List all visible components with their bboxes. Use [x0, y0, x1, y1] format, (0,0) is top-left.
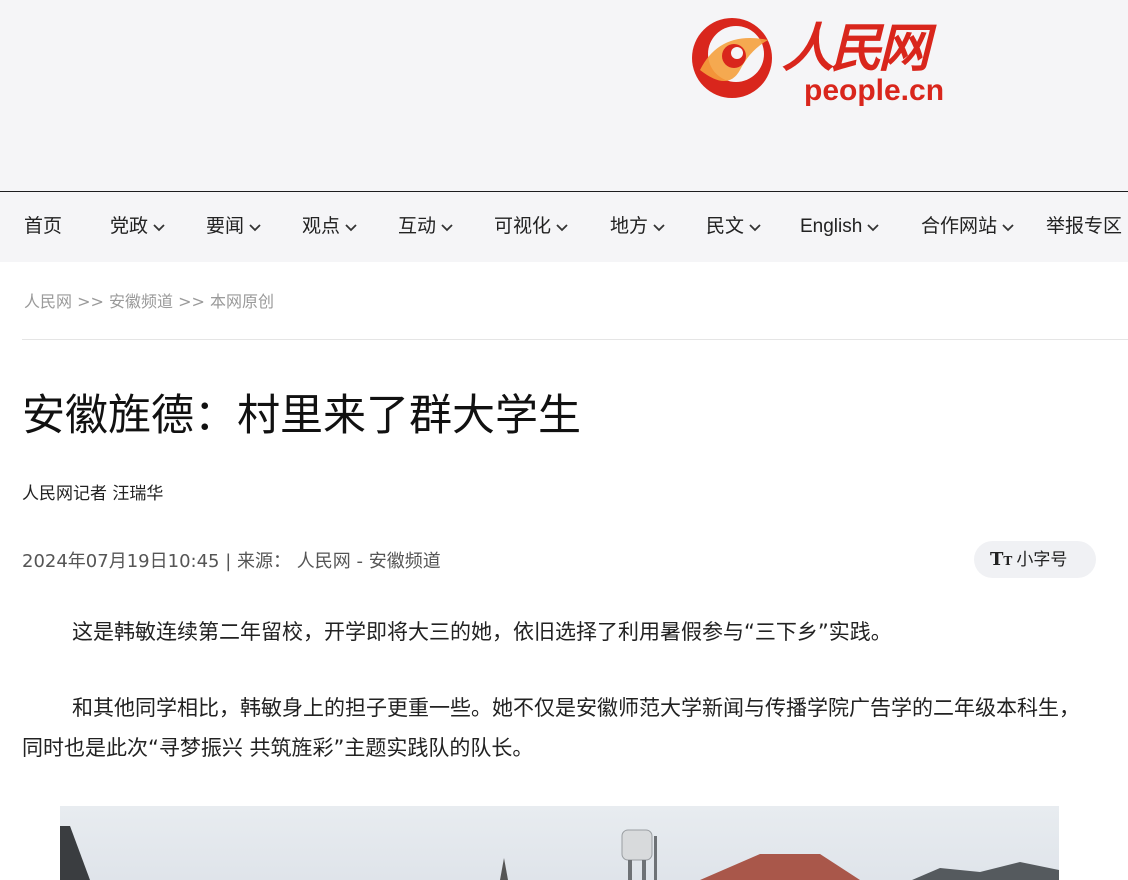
nav-item-local[interactable]: 地方 — [610, 192, 666, 262]
nav-label: 要闻 — [206, 216, 245, 237]
text-size-icon: TT — [990, 549, 1013, 570]
nav-label: 党政 — [110, 216, 149, 237]
nav-label: 观点 — [302, 216, 341, 237]
breadcrumb-separator: >> — [77, 292, 104, 311]
meta-separator: | — [225, 551, 238, 572]
breadcrumb-link-home[interactable]: 人民网 — [24, 292, 72, 311]
nav-item-partners[interactable]: 合作网站 — [921, 192, 1015, 262]
chevron-down-icon — [345, 224, 357, 232]
nav-item-opinion[interactable]: 观点 — [302, 192, 358, 262]
chevron-down-icon — [653, 224, 665, 232]
article-author: 人民网记者 汪瑞华 — [22, 484, 164, 504]
nav-label: 可视化 — [494, 216, 552, 237]
font-size-toggle-button[interactable]: TT 小字号 — [974, 541, 1096, 578]
article-meta: 2024年07月19日10:45 | 来源： 人民网 - 安徽频道 — [22, 547, 441, 573]
nav-item-report[interactable]: 举报专区 — [1046, 192, 1122, 262]
nav-item-news[interactable]: 要闻 — [206, 192, 262, 262]
nav-item-visual[interactable]: 可视化 — [494, 192, 569, 262]
nav-label: 民文 — [706, 216, 745, 237]
breadcrumb-link-original[interactable]: 本网原创 — [210, 292, 274, 311]
logo-domain[interactable]: people.cn — [804, 76, 944, 106]
chevron-down-icon — [1002, 224, 1014, 232]
breadcrumb: 人民网 >> 安徽频道 >> 本网原创 — [24, 288, 274, 312]
nav-item-english[interactable]: English — [800, 192, 880, 262]
nav-label: English — [800, 216, 863, 237]
font-size-label: 小字号 — [1016, 550, 1068, 570]
article-paragraph: 这是韩敏连续第二年留校，开学即将大三的她，依旧选择了利用暑假参与“三下乡”实践。 — [72, 620, 892, 644]
article-photo — [60, 806, 1059, 880]
nav-label: 首页 — [24, 216, 63, 237]
breadcrumb-separator: >> — [178, 292, 205, 311]
divider — [22, 339, 1128, 340]
chevron-down-icon — [556, 224, 568, 232]
chevron-down-icon — [441, 224, 453, 232]
nav-item-home[interactable]: 首页 — [24, 192, 62, 262]
nav-label: 举报专区 — [1046, 216, 1123, 237]
chevron-down-icon — [749, 224, 761, 232]
article-datetime: 2024年07月19日10:45 — [22, 551, 220, 572]
chevron-down-icon — [153, 224, 165, 232]
nav-item-party-gov[interactable]: 党政 — [110, 192, 166, 262]
nav-item-interact[interactable]: 互动 — [398, 192, 454, 262]
nav-item-ethnic-lang[interactable]: 民文 — [706, 192, 762, 262]
nav-label: 地方 — [610, 216, 649, 237]
article-paragraph: 和其他同学相比，韩敏身上的担子更重一些。她不仅是安徽师范大学新闻与传播学院广告学… — [22, 696, 1080, 760]
nav-label: 合作网站 — [921, 216, 998, 237]
main-nav: 首页 党政 要闻 观点 互动 可视化 地方 民文 English 合作网站 举报… — [0, 191, 1128, 262]
article-title: 安徽旌德：村里来了群大学生 — [22, 391, 581, 441]
breadcrumb-link-anhui[interactable]: 安徽频道 — [109, 292, 173, 311]
masthead: 人民网 people.cn — [0, 0, 1128, 191]
chevron-down-icon — [867, 224, 879, 232]
photo-scene — [60, 826, 1059, 880]
nav-label: 互动 — [398, 216, 437, 237]
logo-chinese[interactable]: 人民网 — [782, 6, 930, 81]
source-label: 来源： — [237, 551, 292, 572]
source-link[interactable]: 人民网 - 安徽频道 — [297, 551, 441, 572]
chevron-down-icon — [249, 224, 261, 232]
